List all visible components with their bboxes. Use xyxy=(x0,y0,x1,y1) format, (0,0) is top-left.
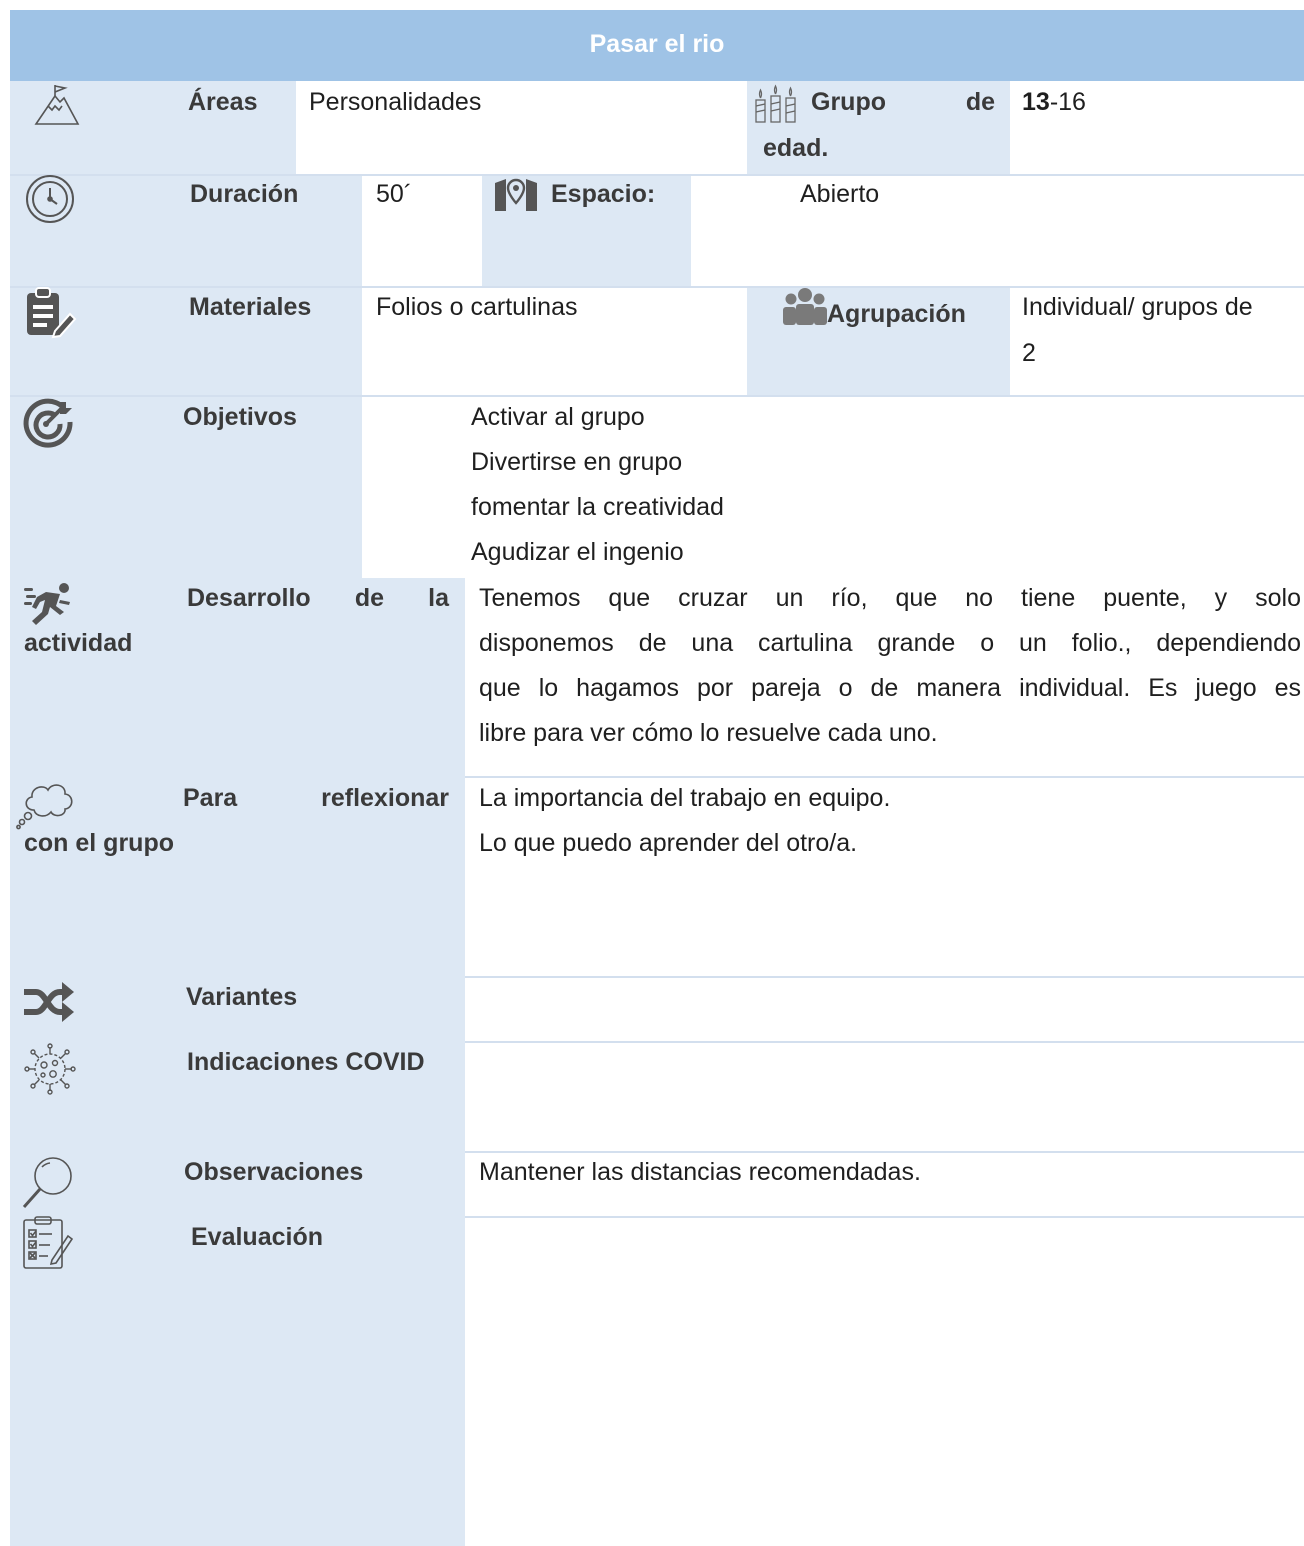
checklist-icon xyxy=(22,1216,74,1270)
areas-label: Áreas xyxy=(188,88,258,116)
group-icon xyxy=(781,287,829,325)
agrupacion-value: Individual/ grupos de xyxy=(1022,293,1253,321)
materiales-value: Folios o cartulinas xyxy=(376,293,578,321)
agrupacion-value-line2: 2 xyxy=(1022,339,1036,367)
materiales-label: Materiales xyxy=(189,293,312,321)
target-icon xyxy=(20,396,76,452)
edad-label-line2: edad. xyxy=(763,134,829,162)
mountain-flag-icon xyxy=(34,84,80,128)
shuffle-icon xyxy=(22,978,76,1024)
edad-label: Grupo de xyxy=(811,88,995,116)
variantes-label: Variantes xyxy=(186,983,298,1011)
evaluacion-label: Evaluación xyxy=(191,1223,323,1251)
row-divider xyxy=(465,1216,1304,1218)
observaciones-label: Observaciones xyxy=(184,1158,364,1186)
espacio-label: Espacio: xyxy=(551,180,656,208)
edad-value-start: 13 xyxy=(1022,88,1050,116)
duracion-value: 50´ xyxy=(376,180,413,208)
label-column xyxy=(10,175,362,578)
clipboard-pencil-icon xyxy=(26,287,77,339)
observaciones-value: Mantener las distancias recomendadas. xyxy=(479,1158,921,1186)
activity-title: Pasar el rio xyxy=(589,30,725,58)
reflexionar-text-line: La importancia del trabajo en equipo. xyxy=(479,784,891,812)
objetivo-item: fomentar la creatividad xyxy=(471,493,724,521)
objetivo-item: Activar al grupo xyxy=(471,403,645,431)
objetivo-item: Agudizar el ingenio xyxy=(471,538,684,566)
row-divider xyxy=(465,976,1304,978)
reflexionar-label: Para reflexionar xyxy=(183,784,449,812)
desarrollo-text-line: Tenemos que cruzar un río, que no tiene … xyxy=(479,584,1301,612)
areas-value: Personalidades xyxy=(309,88,482,116)
running-person-icon xyxy=(24,582,74,626)
desarrollo-label: Desarrollo de la xyxy=(187,584,449,612)
desarrollo-label-line2: actividad xyxy=(24,629,133,657)
reflexionar-label-line2: con el grupo xyxy=(24,829,174,857)
objetivo-item: Divertirse en grupo xyxy=(471,448,683,476)
clock-icon xyxy=(24,173,76,225)
objetivos-label: Objetivos xyxy=(183,403,297,431)
edad-value-end: -16 xyxy=(1049,88,1086,116)
covid-label: Indicaciones COVID xyxy=(187,1048,425,1076)
reflexionar-text-line: Lo que puedo aprender del otro/a. xyxy=(479,829,858,857)
virus-icon xyxy=(24,1043,76,1095)
desarrollo-text-line: disponemos de una cartulina grande o un … xyxy=(479,629,1301,657)
duracion-label: Duración xyxy=(190,180,299,208)
desarrollo-text-line: libre para ver cómo lo resuelve cada uno… xyxy=(479,719,938,747)
espacio-value: Abierto xyxy=(800,180,880,208)
candles-icon xyxy=(754,84,798,124)
row-divider xyxy=(465,1041,1304,1043)
desarrollo-text-line: que lo hagamos por pareja o de manera in… xyxy=(479,674,1301,702)
edad-value: 13-16 xyxy=(1022,80,1086,125)
map-pin-icon xyxy=(494,177,538,213)
magnifier-icon xyxy=(20,1155,74,1211)
agrupacion-label: Agrupación xyxy=(827,300,966,328)
